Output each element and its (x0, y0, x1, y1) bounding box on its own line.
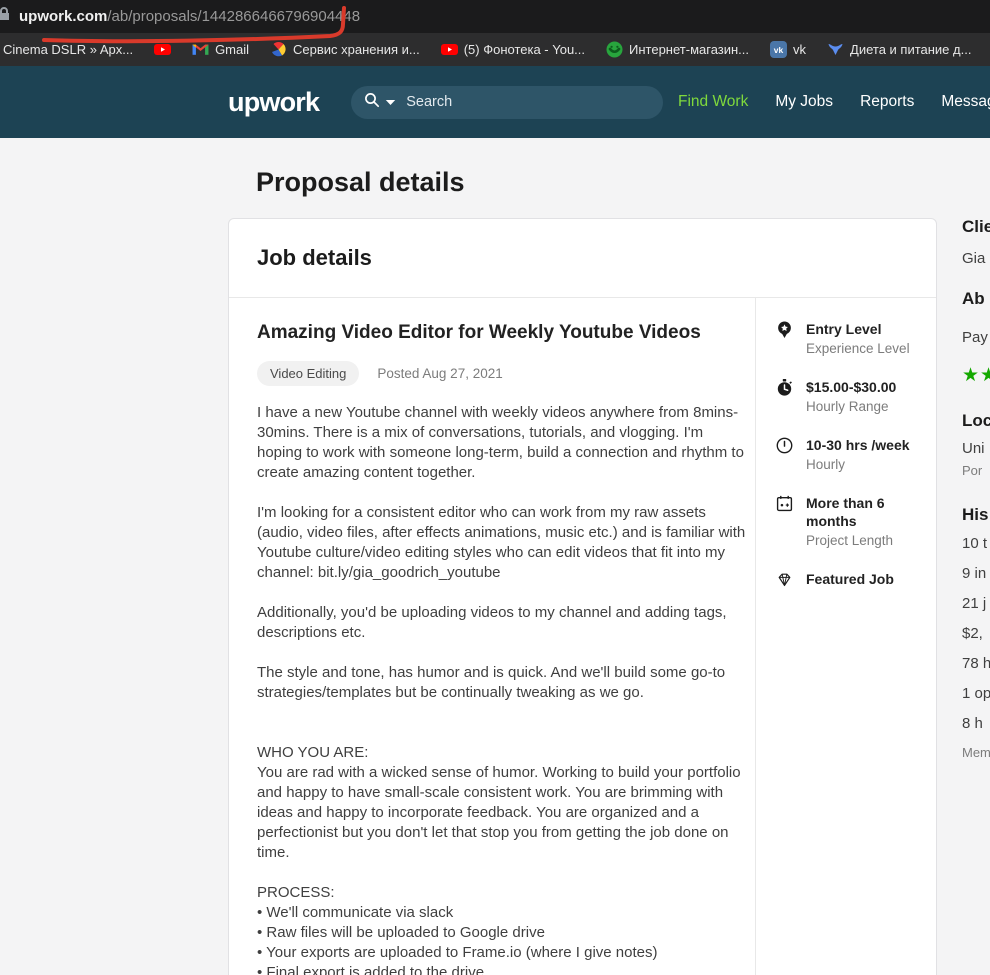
rail-history-line: 8 h (962, 715, 983, 732)
rail-member-since: Mem (962, 745, 990, 760)
bookmark-diet[interactable]: Диета и питание д... (827, 41, 971, 58)
diamond-icon (778, 573, 791, 587)
bookmark-storage-service[interactable]: Сервис хранения и... (270, 41, 420, 58)
diet-icon (828, 44, 843, 55)
rail-client-heading: Clie (962, 217, 990, 236)
nav-messages[interactable]: Messages (941, 93, 990, 111)
svg-text:vk: vk (774, 45, 784, 55)
rail-about-heading: Ab (962, 289, 985, 308)
nav-reports[interactable]: Reports (860, 93, 914, 111)
fact-featured-job: Featured Job (776, 570, 936, 588)
fact-hourly-range: $15.00-$30.00 Hourly Range (776, 378, 936, 415)
bookmark-youtube[interactable] (154, 41, 172, 58)
rail-history-line: 21 j (962, 595, 987, 612)
bookmark-gmail[interactable]: Gmail (192, 41, 249, 58)
browser-url-bar[interactable]: upwork.com/ab/proposals/1442866466796904… (0, 0, 990, 33)
nav-find-work[interactable]: Find Work (678, 93, 748, 111)
rail-history-heading: His (962, 505, 989, 524)
card-header: Job details (229, 219, 936, 298)
upwork-logo[interactable]: upwork (228, 87, 320, 118)
main-nav: Find Work My Jobs Reports Messages (678, 93, 990, 111)
youtube-icon (154, 44, 172, 55)
job-description: I have a new Youtube channel with weekly… (257, 404, 746, 975)
badge-icon (778, 321, 791, 338)
rail-history-line: 9 in (962, 565, 987, 582)
rating-stars-icon: ★★ (962, 365, 990, 386)
client-info-rail: Clie Gia Ab Pay ★★ Loc Uni Por His 10 t … (962, 216, 990, 761)
rail-history-line: 10 t (962, 535, 988, 552)
rail-payment-text: Pay (962, 329, 988, 346)
fact-experience-level: Entry Level Experience Level (776, 320, 936, 357)
gmail-icon (192, 44, 209, 55)
stopwatch-icon (777, 379, 792, 396)
rail-location-heading: Loc (962, 411, 990, 430)
job-details-card: Job details Amazing Video Editor for Wee… (228, 218, 937, 975)
search-input[interactable]: Search (351, 85, 664, 119)
bookmark-vk[interactable]: vk vk (770, 41, 806, 58)
lock-icon (0, 7, 10, 26)
search-scope-caret-icon[interactable] (385, 93, 396, 111)
calendar-icon (776, 495, 793, 512)
disk-icon (270, 41, 287, 58)
posted-date: Posted Aug 27, 2021 (377, 366, 503, 381)
job-title: Amazing Video Editor for Weekly Youtube … (257, 322, 701, 343)
job-facts-sidebar: Entry Level Experience Level $15.00-$30.… (756, 298, 936, 975)
rail-country-text: Uni (962, 440, 985, 457)
url-path: /ab/proposals/1442866466796904448 (107, 8, 361, 25)
search-placeholder: Search (406, 94, 453, 110)
search-icon (364, 92, 380, 113)
rail-history-line: 78 h (962, 655, 990, 672)
rail-history-line: $2, (962, 625, 983, 642)
page-title: Proposal details (256, 167, 465, 197)
bookmark-fonoteka[interactable]: (5) Фонотека - You... (440, 41, 585, 58)
bookmark-cinema-dslr[interactable]: Cinema DSLR » Apx... (3, 42, 133, 57)
fact-weekly-hours: 10-30 hrs /week Hourly (776, 436, 936, 473)
rail-history-line: 1 op (962, 685, 990, 702)
green-store-icon (606, 41, 623, 58)
bookmark-online-store[interactable]: Интернет-магазин... (606, 41, 749, 58)
clock-icon (776, 437, 793, 454)
upwork-header: upwork Search Find Work My Jobs Reports … (0, 66, 990, 138)
url-domain: upwork.com (19, 8, 108, 25)
rail-client-name: Gia (962, 250, 986, 267)
nav-my-jobs[interactable]: My Jobs (775, 93, 833, 111)
fact-project-length: More than 6 months Project Length (776, 494, 936, 549)
vk-icon: vk (770, 41, 788, 58)
rail-city-text: Por (962, 463, 983, 478)
youtube-icon (440, 44, 458, 55)
bookmarks-bar: Cinema DSLR » Apx... Gmail Сервис хранен… (0, 33, 990, 66)
category-tag[interactable]: Video Editing (257, 361, 360, 386)
